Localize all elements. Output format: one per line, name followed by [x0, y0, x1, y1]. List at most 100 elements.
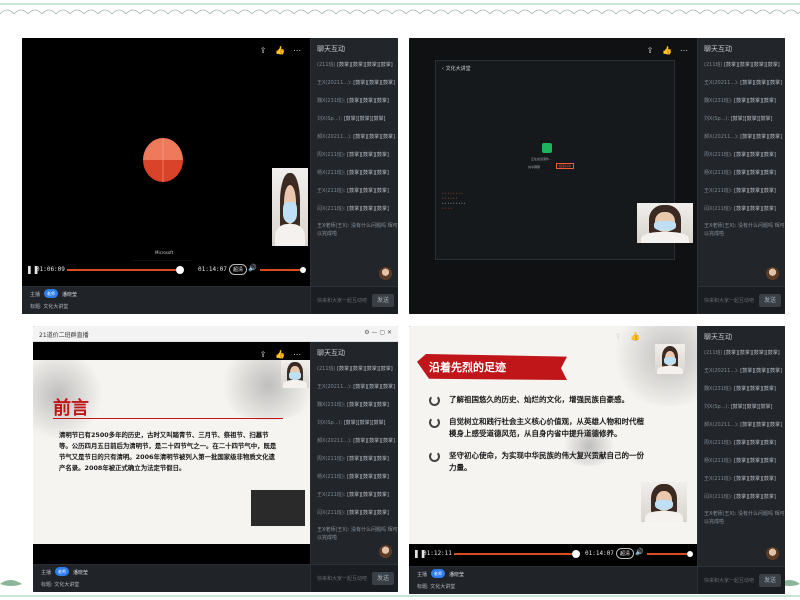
chat-message: 王X(20211...): [鼓掌][鼓掌][鼓掌]	[698, 362, 785, 380]
stop-share-button[interactable]: 结束共享	[556, 163, 575, 169]
pie-graphic	[143, 138, 183, 182]
chat-text: [鼓掌][鼓掌][鼓掌]	[353, 80, 395, 86]
slide-heading: 前言	[53, 398, 89, 419]
chat-text: [鼓掌][鼓掌][鼓掌]	[347, 170, 389, 176]
stream-info: 主播 老师 潘晓莹 标题: 文化大讲堂	[409, 566, 697, 594]
chat-sender: 王X(20211...):	[704, 368, 739, 374]
chat-sender: 王X(20211...):	[317, 80, 352, 86]
more-icon[interactable]: ⋯	[292, 46, 302, 56]
chat-sender: 王X(20211...):	[704, 80, 739, 86]
chat-message: 王X(211班): [鼓掌][鼓掌][鼓掌]	[311, 486, 398, 504]
share-icon[interactable]: ⇪	[258, 350, 268, 360]
chat-input[interactable]: 快来和大家一起互动吧 发送	[311, 286, 398, 314]
chat-message: 周X(211班): [鼓掌][鼓掌][鼓掌]	[698, 146, 785, 164]
chat-text: [鼓掌][鼓掌][鼓掌]	[740, 134, 782, 140]
chat-message: (211班) [鼓掌][鼓掌][鼓掌][鼓掌]	[698, 344, 785, 362]
chat-title: 聊天互动	[704, 333, 732, 341]
time-current: 01:12:11	[423, 550, 452, 557]
video-toolbar: ⇪ 👍 ⋯	[613, 332, 657, 342]
like-icon[interactable]: 👍	[275, 46, 285, 56]
chat-sender: 刘X(Sp...):	[317, 420, 343, 426]
video-toolbar: ⇪ 👍 ⋯	[258, 350, 302, 360]
host-label: 主播	[417, 572, 428, 578]
chat-message: 周X(211班): [鼓掌][鼓掌][鼓掌]	[698, 434, 785, 452]
avatar	[766, 267, 779, 280]
chat-text: [鼓掌][鼓掌][鼓掌]	[734, 458, 776, 464]
progress-knob[interactable]	[176, 266, 184, 274]
chat-text: [鼓掌][鼓掌][鼓掌]	[734, 170, 776, 176]
send-button[interactable]: 发送	[372, 294, 394, 307]
send-button[interactable]: 发送	[372, 572, 394, 585]
player-controls: ❚❚ 01:06:09 01:14:07 超清 🔊	[22, 260, 310, 280]
chat-sender: 刘X(Sp...):	[704, 116, 730, 122]
window-controls: ⚙ — ▢ ✕	[364, 329, 392, 336]
more-icon[interactable]: ⋯	[647, 332, 657, 342]
volume-icon[interactable]: 🔊	[248, 264, 257, 272]
send-button[interactable]: 发送	[759, 574, 781, 587]
share-icon[interactable]: ⇪	[613, 332, 623, 342]
volume-knob[interactable]	[300, 267, 306, 273]
chat-text: [鼓掌][鼓掌][鼓掌]	[347, 456, 389, 462]
chat-message: 周X(211班): [鼓掌][鼓掌][鼓掌]	[311, 450, 398, 468]
chat-message: 闫X(211班): [鼓掌][鼓掌][鼓掌]	[698, 488, 785, 506]
window-titlebar: 21道价二班群直播 ⚙ — ▢ ✕	[33, 326, 398, 342]
like-icon[interactable]: 👍	[662, 46, 672, 56]
more-icon[interactable]: ⋯	[679, 46, 689, 56]
progress-bar[interactable]	[454, 553, 574, 555]
chat-sender: 王X(211班):	[704, 476, 733, 482]
chat-text: [鼓掌][鼓掌][鼓掌][鼓掌]	[337, 366, 393, 372]
video-area[interactable]: ⇪ 👍 ⋯ Microsoft ❚❚ 01:06:09 01:14:07 超清 …	[22, 38, 310, 314]
chat-text: [鼓掌][鼓掌][鼓掌]	[734, 152, 776, 158]
chat-sender: 王X(211班):	[317, 492, 346, 498]
chat-message: 杨X(211班): [鼓掌][鼓掌][鼓掌]	[311, 468, 398, 486]
chat-sender: 闫X(211班):	[317, 206, 346, 212]
send-button[interactable]: 发送	[759, 294, 781, 307]
quality-button[interactable]: 超清	[616, 548, 635, 559]
chat-input[interactable]: 快来和大家一起互动吧 发送	[698, 286, 785, 314]
title-label: 标题: 文化大讲堂	[417, 584, 456, 590]
bullet-text: 了解祖国悠久的历史、灿烂的文化，增强民族自豪感。	[449, 395, 629, 404]
video-area[interactable]: 沿着先烈的足迹 了解祖国悠久的历史、灿烂的文化，增强民族自豪感。 自觉树立和践行社…	[409, 326, 697, 566]
chat-sender: 杨X(211班):	[317, 170, 346, 176]
progress-bar[interactable]	[67, 269, 179, 271]
more-icon[interactable]: ⋯	[292, 350, 302, 360]
chat-placeholder: 快来和大家一起互动吧	[317, 576, 368, 582]
volume-icon[interactable]: 🔊	[635, 548, 644, 556]
share-label: 共享屏幕	[528, 165, 541, 169]
chat-input[interactable]: 快来和大家一起互动吧 发送	[698, 566, 785, 594]
share-icon[interactable]: ⇪	[258, 46, 268, 56]
slide-image	[251, 490, 305, 526]
chat-sender: 魏X(231班):	[317, 98, 346, 104]
chat-input[interactable]: 快来和大家一起互动吧 发送	[311, 564, 398, 592]
chat-sender: 魏X(231班):	[704, 386, 733, 392]
player-controls: ❚❚ 01:12:11 01:14:07 超清 🔊	[409, 544, 697, 564]
teacher-webcam	[641, 482, 687, 522]
chat-text: [鼓掌][鼓掌][鼓掌]	[353, 438, 395, 444]
chat-message-teacher: 王X老师(王X): 没有什么问题吗 辉可以完成啦	[704, 511, 785, 525]
chat-message: 王X(20211...): [鼓掌][鼓掌][鼓掌]	[311, 74, 398, 92]
chat-message: 王X(20211...): [鼓掌][鼓掌][鼓掌]	[311, 378, 398, 396]
chat-sender: 周X(211班):	[317, 152, 346, 158]
progress-knob[interactable]	[572, 550, 580, 558]
chat-message: 王X(211班): [鼓掌][鼓掌][鼓掌]	[311, 182, 398, 200]
bullet-item: 了解祖国悠久的历史、灿烂的文化，增强民族自豪感。	[429, 394, 649, 406]
video-area[interactable]: ⇪ 👍 ⋯ ‹ 文化大讲堂 正在加载课件... 共享屏幕 结束共享 • • • …	[409, 38, 697, 314]
volume-slider[interactable]	[647, 553, 691, 555]
chat-sender: 杨X(211班):	[317, 474, 346, 480]
chat-sender: 闫X(211班):	[704, 494, 733, 500]
chat-sender: 魏X(231班):	[317, 402, 346, 408]
chat-message: 王X(20211...): [鼓掌][鼓掌][鼓掌]	[698, 74, 785, 92]
video-area[interactable]: ⇪ 👍 ⋯ 前言 清明节已有2500多年的历史，古时又叫踏青节、三月节、祭祖节、…	[33, 342, 310, 564]
host-badge: 老师	[44, 289, 58, 298]
host-badge: 老师	[55, 567, 69, 576]
bullet-item: 自觉树立和践行社会主义核心价值观，从英雄人物和时代楷模身上感受道德风范，从自身内…	[429, 416, 649, 440]
share-icon[interactable]: ⇪	[645, 46, 655, 56]
volume-knob[interactable]	[687, 551, 693, 557]
like-icon[interactable]: 👍	[630, 332, 640, 342]
panel-lecture-video: ⇪ 👍 ⋯ Microsoft ❚❚ 01:06:09 01:14:07 超清 …	[22, 38, 398, 314]
quality-button[interactable]: 超清	[229, 264, 248, 275]
like-icon[interactable]: 👍	[275, 350, 285, 360]
chat-message: 魏X(231班): [鼓掌][鼓掌][鼓掌]	[311, 396, 398, 414]
spinner-icon	[429, 395, 440, 406]
volume-slider[interactable]	[260, 269, 304, 271]
